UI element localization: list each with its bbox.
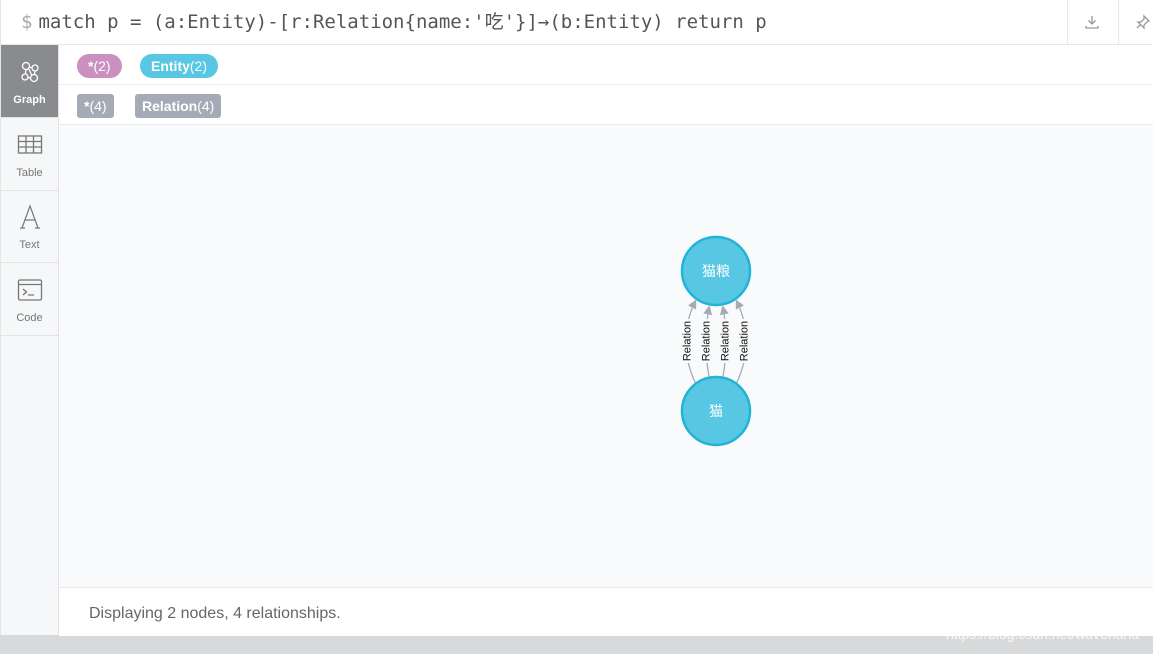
result-summary: Displaying 2 nodes, 4 relationships. (89, 605, 341, 622)
sidebar-item-table[interactable]: Table (1, 118, 58, 191)
node-caption: 猫 (709, 404, 723, 420)
node-label-entity[interactable]: Entity(2) (140, 54, 219, 78)
download-button[interactable] (1067, 0, 1116, 44)
query-text: match p = (a:Entity)-[r:Relation{name:'吃… (38, 11, 767, 33)
table-icon (17, 135, 43, 154)
graph-icon (21, 61, 39, 83)
relationship-type-legend: *(4) Relation(4) (59, 85, 1153, 125)
query-editor[interactable]: $ match p = (a:Entity)-[r:Relation{name:'… (21, 9, 767, 35)
type-count: (4) (89, 98, 107, 114)
pin-button[interactable] (1118, 0, 1153, 44)
label-count: (2) (189, 58, 208, 74)
sidebar-item-text[interactable]: Text (1, 190, 58, 263)
sidebar-item-label: Code (16, 312, 43, 324)
view-sidebar: Graph Table Text Code (1, 45, 59, 635)
sidebar-item-code[interactable]: Code (1, 263, 58, 336)
sidebar-item-label: Table (16, 167, 43, 179)
sidebar-item-label: Text (19, 239, 40, 251)
sidebar-item-label: Graph (13, 94, 46, 106)
type-count: (4) (197, 98, 215, 114)
query-prompt: $ (21, 11, 33, 33)
graph-canvas[interactable]: Relation Relation Relation Relation 猫粮猫 (59, 125, 1153, 587)
node-label-legend: *(2) Entity(2) (59, 45, 1153, 85)
pin-icon (1136, 14, 1151, 30)
type-name: Relation (142, 98, 198, 114)
code-icon (17, 279, 43, 301)
relationship-caption: Relation (701, 321, 713, 361)
relationship-type-relation[interactable]: Relation(4) (135, 94, 222, 118)
watermark: https://blog.csdn.net/wavehaha (945, 626, 1139, 642)
label-name: Entity (151, 58, 190, 74)
relationship-type-all[interactable]: *(4) (77, 94, 114, 118)
label-count: (2) (93, 58, 111, 74)
sidebar-item-graph[interactable]: Graph (1, 45, 58, 118)
text-icon (20, 204, 40, 229)
graph-visualization[interactable]: Relation Relation Relation Relation 猫粮猫 (59, 125, 1153, 587)
query-bar: $ match p = (a:Entity)-[r:Relation{name:'… (1, 0, 1153, 45)
relationship-caption: Relation (682, 321, 694, 361)
node-caption: 猫粮 (702, 264, 730, 280)
query-result-frame: $ match p = (a:Entity)-[r:Relation{name:'… (0, 0, 1153, 636)
download-icon (1085, 16, 1099, 29)
node-label-all[interactable]: *(2) (77, 54, 122, 78)
relationship-caption: Relation (738, 321, 750, 361)
relationship-caption: Relation (719, 321, 731, 361)
